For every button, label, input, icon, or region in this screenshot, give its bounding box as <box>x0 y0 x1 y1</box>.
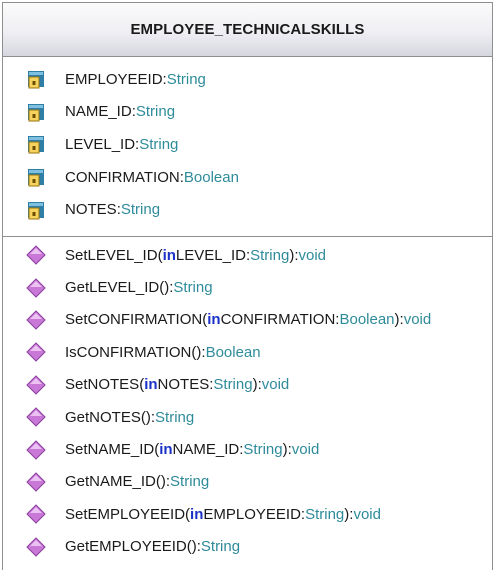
attribute-row[interactable]: CONFIRMATION: Boolean <box>3 161 492 194</box>
public-operation-icon <box>26 310 46 330</box>
return-type: String <box>173 279 213 297</box>
return-type: void <box>298 246 327 264</box>
operation-row[interactable]: IsCONFIRMATION(): Boolean <box>3 336 492 368</box>
operation-row[interactable]: SetCONFIRMATION(in CONFIRMATION: Boolean)… <box>3 304 492 336</box>
public-operation-icon <box>26 375 46 395</box>
operation-row[interactable]: SetNOTES(in NOTES: String): void <box>3 369 492 401</box>
compartment-divider <box>3 236 492 237</box>
private-attribute-icon <box>28 136 44 154</box>
operation-row[interactable]: SetNAME_ID(in NAME_ID: String): void <box>3 433 492 465</box>
attribute-name: NOTES <box>65 201 117 219</box>
attribute-name: EMPLOYEEID <box>65 70 163 88</box>
param-name: CONFIRMATION <box>220 311 336 329</box>
operation-name: SetNAME_ID <box>65 441 155 459</box>
attribute-name: NAME_ID <box>65 103 132 121</box>
param-type: String <box>305 505 345 523</box>
return-type: String <box>200 538 241 556</box>
operation-name: GetEMPLOYEEID <box>65 538 187 556</box>
operation-row[interactable]: GetLEVEL_ID(): String <box>3 271 492 303</box>
return-type: void <box>403 311 432 329</box>
attribute-row[interactable]: NAME_ID: String <box>3 96 492 129</box>
attribute-type: String <box>139 135 179 153</box>
param-direction: in <box>207 311 221 329</box>
operation-name: GetLEVEL_ID <box>65 279 160 297</box>
operation-row[interactable]: GetEMPLOYEEID(): String <box>3 531 492 563</box>
attribute-row[interactable]: NOTES: String <box>3 193 492 226</box>
param-direction: in <box>144 376 158 394</box>
public-operation-icon <box>26 536 46 557</box>
operation-name: IsCONFIRMATION <box>65 343 192 361</box>
param-type: String <box>243 441 283 459</box>
public-operation-icon <box>26 504 46 525</box>
operation-name: SetLEVEL_ID <box>65 246 158 264</box>
operation-name: SetNOTES <box>65 376 140 394</box>
public-operation-icon <box>26 342 46 363</box>
attribute-row[interactable]: EMPLOYEEID: String <box>3 63 492 96</box>
operation-row[interactable]: GetNAME_ID(): String <box>3 466 492 498</box>
attribute-row[interactable]: LEVEL_ID: String <box>3 128 492 161</box>
param-type: String <box>250 246 290 264</box>
operation-name: SetEMPLOYEEID <box>65 505 186 523</box>
public-operation-icon <box>26 439 46 460</box>
private-attribute-icon <box>28 201 44 220</box>
param-name: LEVEL_ID <box>175 246 246 264</box>
param-name: EMPLOYEEID <box>203 505 301 523</box>
operation-row[interactable]: SetLEVEL_ID(in LEVEL_ID: String): void <box>3 239 492 271</box>
param-type: Boolean <box>339 311 395 329</box>
return-type: Boolean <box>205 343 261 361</box>
operation-name: GetNOTES <box>65 408 141 426</box>
return-type: String <box>155 408 195 426</box>
param-direction: in <box>162 246 176 264</box>
param-type: String <box>213 376 253 394</box>
public-operation-icon <box>26 472 46 492</box>
class-name: EMPLOYEE_TECHNICALSKILLS <box>130 21 365 38</box>
operation-row[interactable]: SetEMPLOYEEID(in EMPLOYEEID: String): void <box>3 498 492 530</box>
param-name: NOTES <box>157 376 210 394</box>
operation-name: GetNAME_ID <box>65 473 156 491</box>
attribute-type: String <box>135 103 176 121</box>
attribute-type: String <box>166 70 206 88</box>
class-header: EMPLOYEE_TECHNICALSKILLS <box>3 3 492 57</box>
public-operation-icon <box>26 277 46 298</box>
operation-row[interactable]: GetNOTES(): String <box>3 401 492 433</box>
return-type: void <box>261 376 290 394</box>
public-operation-icon <box>26 245 46 265</box>
attribute-type: Boolean <box>183 168 239 186</box>
attribute-name: CONFIRMATION <box>65 168 180 186</box>
param-direction: in <box>159 441 173 459</box>
attribute-name: LEVEL_ID <box>65 135 136 153</box>
private-attribute-icon <box>28 71 44 89</box>
attribute-type: String <box>120 201 161 219</box>
operations-compartment: SetLEVEL_ID(in LEVEL_ID: String): void Get… <box>3 239 492 563</box>
param-direction: in <box>190 505 204 523</box>
param-name: NAME_ID <box>172 441 240 459</box>
return-type: String <box>170 473 210 491</box>
uml-class-box[interactable]: EMPLOYEE_TECHNICALSKILLS EMPLOYEEID: Stri… <box>2 2 493 570</box>
operation-name: SetCONFIRMATION <box>65 311 203 329</box>
private-attribute-icon <box>28 103 44 122</box>
public-operation-icon <box>26 407 46 427</box>
attributes-compartment: EMPLOYEEID: String NAME_ID: String LEVEL_I… <box>3 63 492 231</box>
private-attribute-icon <box>28 169 44 187</box>
return-type: void <box>353 505 381 523</box>
return-type: void <box>291 441 320 459</box>
